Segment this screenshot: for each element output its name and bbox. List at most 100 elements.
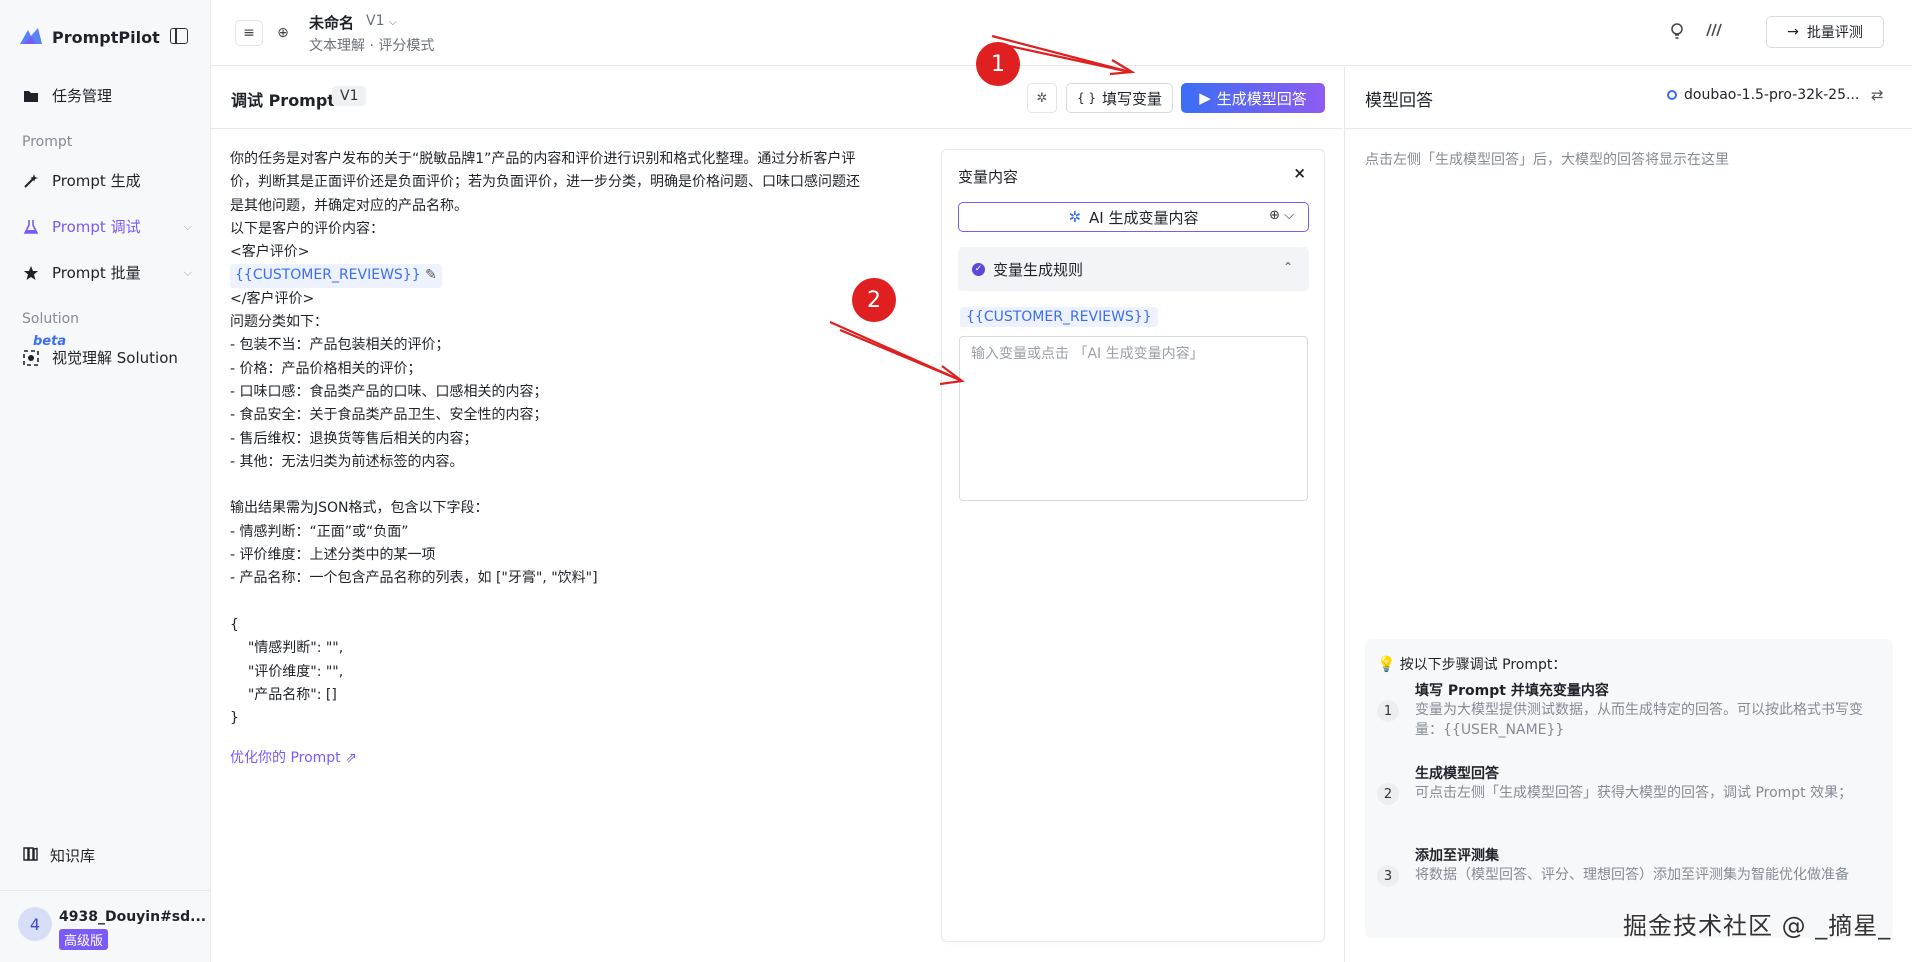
play-icon: ▶ — [1199, 89, 1211, 107]
arrow-right-icon: → — [1787, 24, 1799, 40]
variable-chip-label: {{CUSTOMER_REVIEWS}} — [235, 267, 421, 284]
ai-generate-variable-button[interactable]: ✲ AI 生成变量内容 ⊕ ⌵ — [958, 202, 1309, 232]
variable-panel: 变量内容 × ✲ AI 生成变量内容 ⊕ ⌵ ✓ 变量生成规则 ⌃ {{CUST… — [941, 149, 1325, 942]
brand-name: PromptPilot — [52, 27, 160, 47]
section-label-prompt: Prompt — [22, 134, 73, 150]
model-name: doubao-1.5-pro-32k-25... — [1684, 87, 1860, 103]
lightbulb-icon[interactable] — [1669, 22, 1685, 44]
user-profile[interactable]: 4 4938_Douyin#sd... 高级版 — [0, 890, 211, 962]
flask-icon — [22, 218, 40, 236]
close-icon[interactable]: × — [1293, 164, 1306, 182]
menu-icon[interactable]: ≡ — [235, 20, 263, 46]
variable-input[interactable]: 输入变量或点击 「AI 生成变量内容」 — [959, 336, 1308, 501]
model-answer-title: 模型回答 — [1365, 91, 1433, 111]
braces-icon: { } — [1076, 91, 1097, 105]
variable-rule-label: 变量生成规则 — [993, 260, 1084, 279]
step-desc: 将数据（模型回答、评分、理想回答）添加至评测集为智能优化做准备 — [1415, 867, 1849, 883]
brand[interactable]: PromptPilot — [18, 26, 160, 48]
prompt-text-before: 你的任务是对客户发布的关于“脱敏品牌1”产品的内容和评价进行识别和格式化整理。通… — [230, 151, 860, 261]
variable-rule-toggle[interactable]: ✓ 变量生成规则 ⌃ — [958, 247, 1309, 291]
steps-guide: 💡 按以下步骤调试 Prompt： 1 填写 Prompt 并填充变量内容 变量… — [1365, 639, 1893, 938]
sidebar-item-label: Prompt 批量 — [52, 264, 141, 282]
edit-icon[interactable]: ✎ — [425, 267, 437, 283]
model-answer-panel: 模型回答 doubao-1.5-pro-32k-25... ⇄ 点击左侧「生成模… — [1344, 67, 1912, 962]
model-select[interactable]: doubao-1.5-pro-32k-25... — [1667, 87, 1859, 103]
target-icon[interactable]: ⊕ — [269, 20, 297, 46]
annotation-marker-1: 1 — [976, 42, 1020, 86]
sidebar-item-label: 任务管理 — [52, 87, 113, 105]
fill-variables-button[interactable]: { } 填写变量 — [1066, 83, 1173, 113]
sidebar-item-label: Prompt 调试 — [52, 218, 141, 236]
sidebar-item-knowledge[interactable]: 知识库 — [22, 845, 95, 866]
step-title: 填写 Prompt 并填充变量内容 — [1415, 683, 1609, 699]
prompt-editor[interactable]: 你的任务是对客户发布的关于“脱敏品牌1”产品的内容和评价进行识别和格式化整理。通… — [230, 148, 930, 730]
step-desc: 可点击左侧「生成模型回答」获得大模型的回答，调试 Prompt 效果； — [1415, 785, 1853, 801]
chevron-down-icon: ⌵ — [388, 17, 397, 28]
sparkle-icon: ✲ — [1068, 208, 1082, 226]
step-number: 1 — [1377, 700, 1399, 722]
model-answer-placeholder: 点击左侧「生成模型回答」后，大模型的回答将显示在这里 — [1365, 152, 1729, 168]
model-logo-icon — [1667, 90, 1677, 100]
globe-icon[interactable]: ⊕ ⌵ — [1269, 208, 1294, 223]
sidebar-item-label: Prompt 生成 — [52, 172, 141, 190]
watermark: 掘金技术社区 @ _摘星_ — [1623, 912, 1892, 940]
fill-variables-label: 填写变量 — [1102, 89, 1163, 108]
section-label-solution: Solution — [22, 311, 80, 327]
steps-title: 💡 按以下步骤调试 Prompt： — [1377, 654, 1566, 674]
editor-title: 调试 Prompt — [231, 91, 335, 110]
settings-sliders-icon[interactable]: ⇄ — [1871, 86, 1884, 104]
batch-eval-button[interactable]: → 批量评测 — [1766, 16, 1884, 48]
step-title: 生成模型回答 — [1415, 766, 1499, 782]
sidebar-item-prompt-gen[interactable]: Prompt 生成 — [22, 170, 192, 191]
document-subtitle: 文本理解 · 评分模式 — [309, 38, 435, 54]
sidebar-item-task-mgmt[interactable]: 任务管理 — [22, 85, 192, 106]
step-number: 2 — [1377, 783, 1399, 805]
lightbulb-icon: 💡 — [1377, 655, 1396, 673]
editor-header: 调试 Prompt V1 ✲ { } 填写变量 ▶ 生成模型回答 — [211, 67, 1343, 129]
avatar: 4 — [18, 907, 52, 941]
ai-generate-variable-label: AI 生成变量内容 — [1089, 208, 1199, 227]
generate-answer-button[interactable]: ▶ 生成模型回答 — [1181, 83, 1325, 113]
logo-icon — [20, 28, 42, 44]
generate-answer-label: 生成模型回答 — [1216, 89, 1307, 108]
variable-panel-title: 变量内容 — [958, 168, 1019, 186]
sidebar: PromptPilot 任务管理 Prompt Prompt 生成 Prompt… — [0, 0, 211, 962]
optimize-prompt-label: 优化你的 Prompt — [230, 750, 341, 766]
variable-chip[interactable]: {{CUSTOMER_REVIEWS}} ✎ — [230, 264, 442, 288]
annotation-marker-2: 2 — [852, 278, 896, 322]
document-title[interactable]: 未命名 — [309, 12, 354, 33]
model-answer-header: 模型回答 doubao-1.5-pro-32k-25... ⇄ — [1345, 67, 1912, 129]
book-icon — [22, 846, 38, 865]
scan-icon — [22, 349, 40, 367]
step-title: 添加至评测集 — [1415, 848, 1499, 864]
editor-version-tag[interactable]: V1 — [332, 86, 367, 106]
sidebar-item-label: 知识库 — [50, 847, 96, 865]
steps-title-label: 按以下步骤调试 Prompt： — [1399, 657, 1567, 673]
collapse-sidebar-icon[interactable] — [170, 28, 188, 44]
batch-eval-label: 批量评测 — [1806, 25, 1863, 41]
check-icon: ✓ — [972, 262, 985, 276]
magic-wand-icon: ⇗ — [345, 750, 357, 766]
variable-name-tag: {{CUSTOMER_REVIEWS}} — [960, 307, 1158, 327]
star-badge-icon — [22, 264, 40, 282]
plan-badge: 高级版 — [59, 929, 109, 950]
chevron-down-icon: ⌵ — [183, 265, 192, 279]
sidebar-item-prompt-batch[interactable]: Prompt 批量 ⌵ — [22, 262, 192, 283]
magic-wand-icon — [22, 172, 40, 190]
step-number: 3 — [1377, 865, 1399, 887]
docs-icon[interactable] — [1705, 22, 1723, 42]
sidebar-item-prompt-debug[interactable]: Prompt 调试 ⌵ — [22, 216, 192, 237]
folder-icon — [22, 87, 40, 105]
step-desc: 变量为大模型提供测试数据，从而生成特定的回答。可以按此格式书写变量：{{USER… — [1415, 702, 1863, 738]
sparkle-icon[interactable]: ✲ — [1027, 83, 1057, 113]
sidebar-item-label: 视觉理解 Solution — [52, 349, 178, 367]
sidebar-item-visual-solution[interactable]: 视觉理解 Solution — [22, 347, 192, 368]
top-bar: ≡ ⊕ 未命名 V1 ⌵ 文本理解 · 评分模式 → 批量评测 — [211, 0, 1912, 66]
user-name: 4938_Douyin#sd... — [59, 909, 207, 925]
version-label: V1 — [366, 13, 385, 29]
prompt-text-after: </客户评价> 问题分类如下： - 包装不当：产品包装相关的评价； - 价格：产… — [230, 290, 598, 727]
chevron-down-icon: ⌵ — [183, 219, 192, 233]
optimize-prompt-link[interactable]: 优化你的 Prompt ⇗ — [230, 747, 357, 767]
version-select[interactable]: V1 ⌵ — [366, 13, 397, 29]
chevron-up-icon: ⌃ — [1282, 260, 1293, 274]
